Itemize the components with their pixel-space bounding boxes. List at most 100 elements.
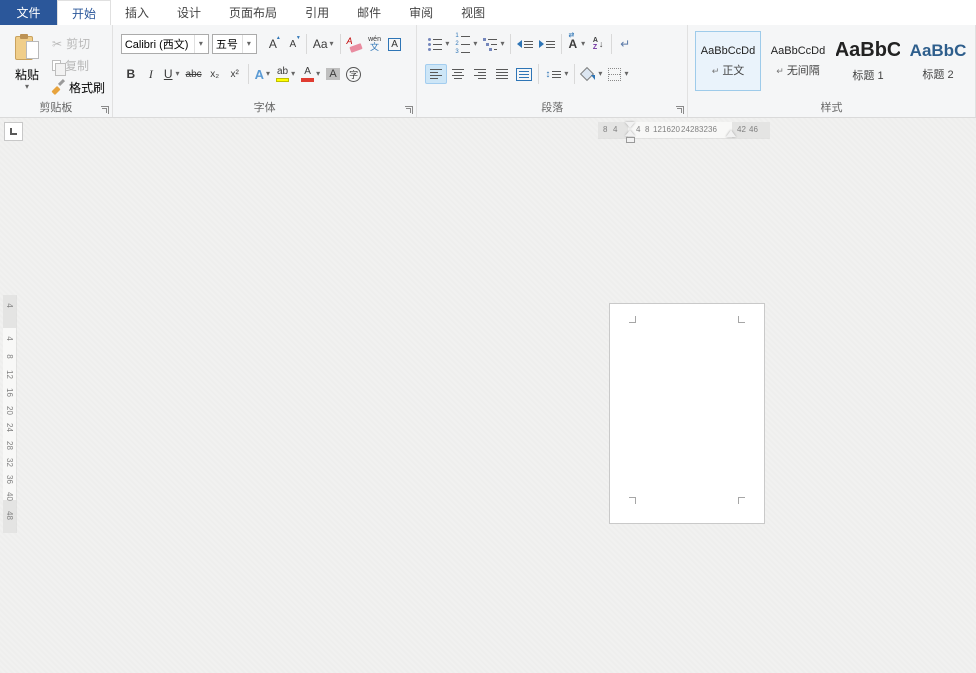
bullet-list-button[interactable]: ▾ [425,34,452,55]
show-hide-marks-button[interactable]: ↵ [615,34,635,55]
underline-button[interactable]: U ▾ [161,64,183,85]
font-dialog-launcher[interactable] [405,106,413,114]
style-normal-preview: AaBbCcDd [701,45,755,57]
text-effects-dropdown-arrow[interactable]: ▾ [266,70,270,78]
borders-dropdown-arrow[interactable]: ▾ [624,70,628,78]
font-color-button[interactable]: A ▾ [298,64,323,85]
tab-view[interactable]: 视图 [447,0,499,25]
style-no-spacing[interactable]: AaBbCcDd ↵ 无间隔 [765,31,831,91]
v-ruler-number: 36 [5,473,14,486]
multilevel-list-dropdown-arrow[interactable]: ▾ [500,40,504,48]
font-name-dropdown-arrow[interactable]: ▾ [194,35,207,53]
tab-file[interactable]: 文件 [0,0,57,25]
tab-stop-selector[interactable] [4,122,23,141]
right-indent-marker[interactable] [726,130,736,137]
style-normal[interactable]: AaBbCcDd ↵ 正文 [695,31,761,91]
superscript-button[interactable]: x² [225,64,245,85]
tab-home[interactable]: 开始 [57,0,111,25]
left-indent-marker[interactable] [626,137,635,143]
shading-bucket-icon [581,68,595,80]
numbered-list-dropdown-arrow[interactable]: ▾ [473,40,477,48]
v-ruler-number: 12 [5,368,14,381]
vertical-ruler[interactable]: 4 4 8 12 16 20 24 28 32 36 40 48 [3,295,16,533]
align-left-button[interactable] [425,64,447,84]
shading-dropdown-arrow[interactable]: ▾ [598,70,602,78]
underline-dropdown-arrow[interactable]: ▾ [176,70,180,78]
font-name-combo[interactable]: Calibri (西文) ▾ [121,34,209,54]
style-heading1[interactable]: AaBbC 标题 1 [835,31,901,91]
v-ruler-number: 4 [5,299,14,312]
h-ruler-number: 4 [636,125,640,134]
numbered-list-button[interactable]: 1 2 3 ▾ [452,34,480,55]
font-size-dropdown-arrow[interactable]: ▾ [242,35,255,53]
font-size-combo[interactable]: 五号 ▾ [212,34,257,54]
enclose-characters-button[interactable]: 字 [343,64,364,85]
horizontal-ruler[interactable]: 8 4 4 8 12 16 20 24 28 32 36 42 46 [598,122,770,138]
h-ruler-number: 8 [603,125,607,134]
paragraph-group-label: 段落 [417,99,687,115]
group-font: Calibri (西文) ▾ 五号 ▾ A ▲ A ▼ Aa ▾ [113,25,418,117]
num-2: 2 [455,41,459,47]
clear-formatting-button[interactable]: A [344,34,365,55]
align-center-button[interactable] [447,64,469,84]
change-case-button[interactable]: Aa ▾ [310,34,337,55]
h-ruler-number: 4 [613,125,617,134]
tab-references[interactable]: 引用 [291,0,343,25]
format-painter-label: 格式刷 [69,79,105,96]
paragraph-dialog-launcher[interactable] [676,106,684,114]
bold-button[interactable]: B [121,64,141,85]
bullet-list-dropdown-arrow[interactable]: ▾ [445,40,449,48]
h-ruler-number: 16 [662,125,671,134]
highlight-dropdown-arrow[interactable]: ▾ [291,70,295,78]
shrink-font-button[interactable]: A ▼ [283,34,303,55]
style-no-spacing-preview: AaBbCcDd [771,45,825,57]
clipboard-dialog-launcher[interactable] [101,106,109,114]
v-ruler-number: 8 [5,350,14,363]
increase-indent-button[interactable] [536,34,558,55]
crop-mark-top-right [738,316,745,323]
line-spacing-button[interactable]: ↕ ▾ [542,64,571,85]
h-ruler-number: 36 [708,125,717,134]
asian-layout-button[interactable]: A ▾ [565,34,588,55]
strikethrough-button[interactable]: abc [183,64,205,85]
tab-stop-icon [10,128,17,135]
decrease-indent-button[interactable] [514,34,536,55]
font-size-value: 五号 [213,36,242,52]
tab-page-layout[interactable]: 页面布局 [215,0,291,25]
highlight-icon: ab [276,67,289,82]
tab-design[interactable]: 设计 [163,0,215,25]
document-page[interactable] [609,303,765,524]
font-color-dropdown-arrow[interactable]: ▾ [316,70,320,78]
grow-font-button[interactable]: A ▲ [263,34,283,55]
copy-icon [52,60,61,71]
character-border-button[interactable]: A [385,34,405,55]
distribute-button[interactable] [513,64,535,84]
h-ruler-number: 12 [653,125,662,134]
tab-review[interactable]: 审阅 [395,0,447,25]
sort-button[interactable]: A Z ↓ [588,34,608,55]
first-line-indent-marker[interactable] [625,122,635,128]
subscript-button[interactable]: x₂ [205,64,225,85]
phonetic-guide-button[interactable]: wén 文 [365,34,385,55]
multilevel-list-button[interactable]: ▾ [480,34,507,55]
paste-dropdown-arrow[interactable]: ▾ [25,83,29,91]
format-painter-button[interactable]: 格式刷 [52,79,105,96]
tab-insert[interactable]: 插入 [111,0,163,25]
justify-button[interactable] [491,64,513,84]
text-effects-button[interactable]: A ▾ [252,64,273,85]
change-case-label: Aa [313,37,328,51]
shading-button[interactable]: ▾ [578,64,605,85]
font-color-letter: A [304,67,311,77]
italic-button[interactable]: I [141,64,161,85]
borders-button[interactable]: ▾ [605,64,631,85]
tab-mailings[interactable]: 邮件 [343,0,395,25]
asian-layout-dropdown-arrow[interactable]: ▾ [581,40,585,48]
num-1: 1 [455,33,459,39]
character-shading-button[interactable]: A [323,64,343,85]
line-spacing-dropdown-arrow[interactable]: ▾ [564,70,568,78]
text-highlight-button[interactable]: ab ▾ [273,64,298,85]
crop-mark-bottom-left [629,497,636,504]
style-heading2[interactable]: AaBbC 标题 2 [905,31,971,91]
align-right-button[interactable] [469,64,491,84]
hanging-indent-marker[interactable] [625,130,635,136]
